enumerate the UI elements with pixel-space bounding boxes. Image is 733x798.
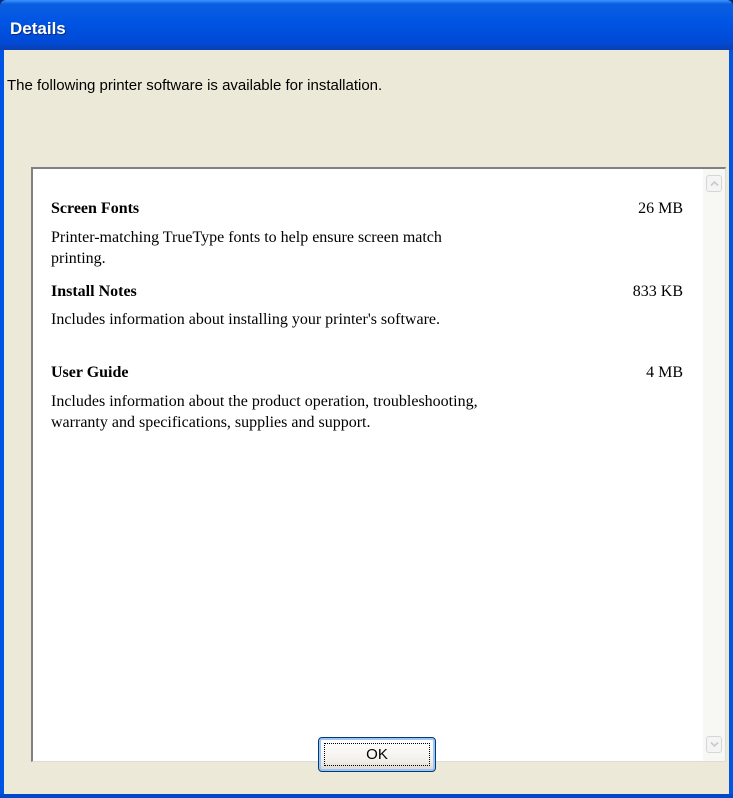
item-name: Screen Fonts (51, 200, 140, 217)
title-bar[interactable]: Details (0, 0, 733, 50)
scroll-up-button[interactable] (706, 175, 722, 192)
item-description: Includes information about installing yo… (51, 311, 441, 328)
ok-button-label: OK (366, 746, 388, 763)
intro-text: The following printer software is availa… (7, 77, 383, 94)
dialog-body: The following printer software is availa… (4, 50, 729, 794)
item-name: Install Notes (51, 283, 137, 300)
item-name: User Guide (51, 364, 129, 381)
item-size: 4 MB (646, 364, 683, 381)
software-list: Screen Fonts 26 MB Printer-matching True… (33, 169, 701, 761)
vertical-scrollbar[interactable] (703, 169, 725, 761)
list-item-header: Screen Fonts 26 MB (51, 200, 683, 222)
chevron-down-icon (710, 741, 719, 748)
window-title: Details (10, 19, 66, 38)
item-description: Printer-matching TrueType fonts to help … (51, 229, 442, 267)
item-size: 833 KB (632, 283, 683, 300)
software-list-panel: Screen Fonts 26 MB Printer-matching True… (31, 167, 726, 762)
window-frame-right (729, 50, 733, 798)
scroll-down-button[interactable] (706, 736, 722, 753)
list-item-header: User Guide 4 MB (51, 364, 683, 386)
window-frame-bottom (0, 794, 733, 798)
chevron-up-icon (710, 180, 719, 187)
item-description: Includes information about the product o… (51, 393, 478, 431)
details-dialog: Details The following printer software i… (0, 0, 733, 798)
item-size: 26 MB (638, 200, 683, 217)
ok-button[interactable]: OK (318, 737, 436, 772)
list-item-header: Install Notes 833 KB (51, 283, 683, 305)
